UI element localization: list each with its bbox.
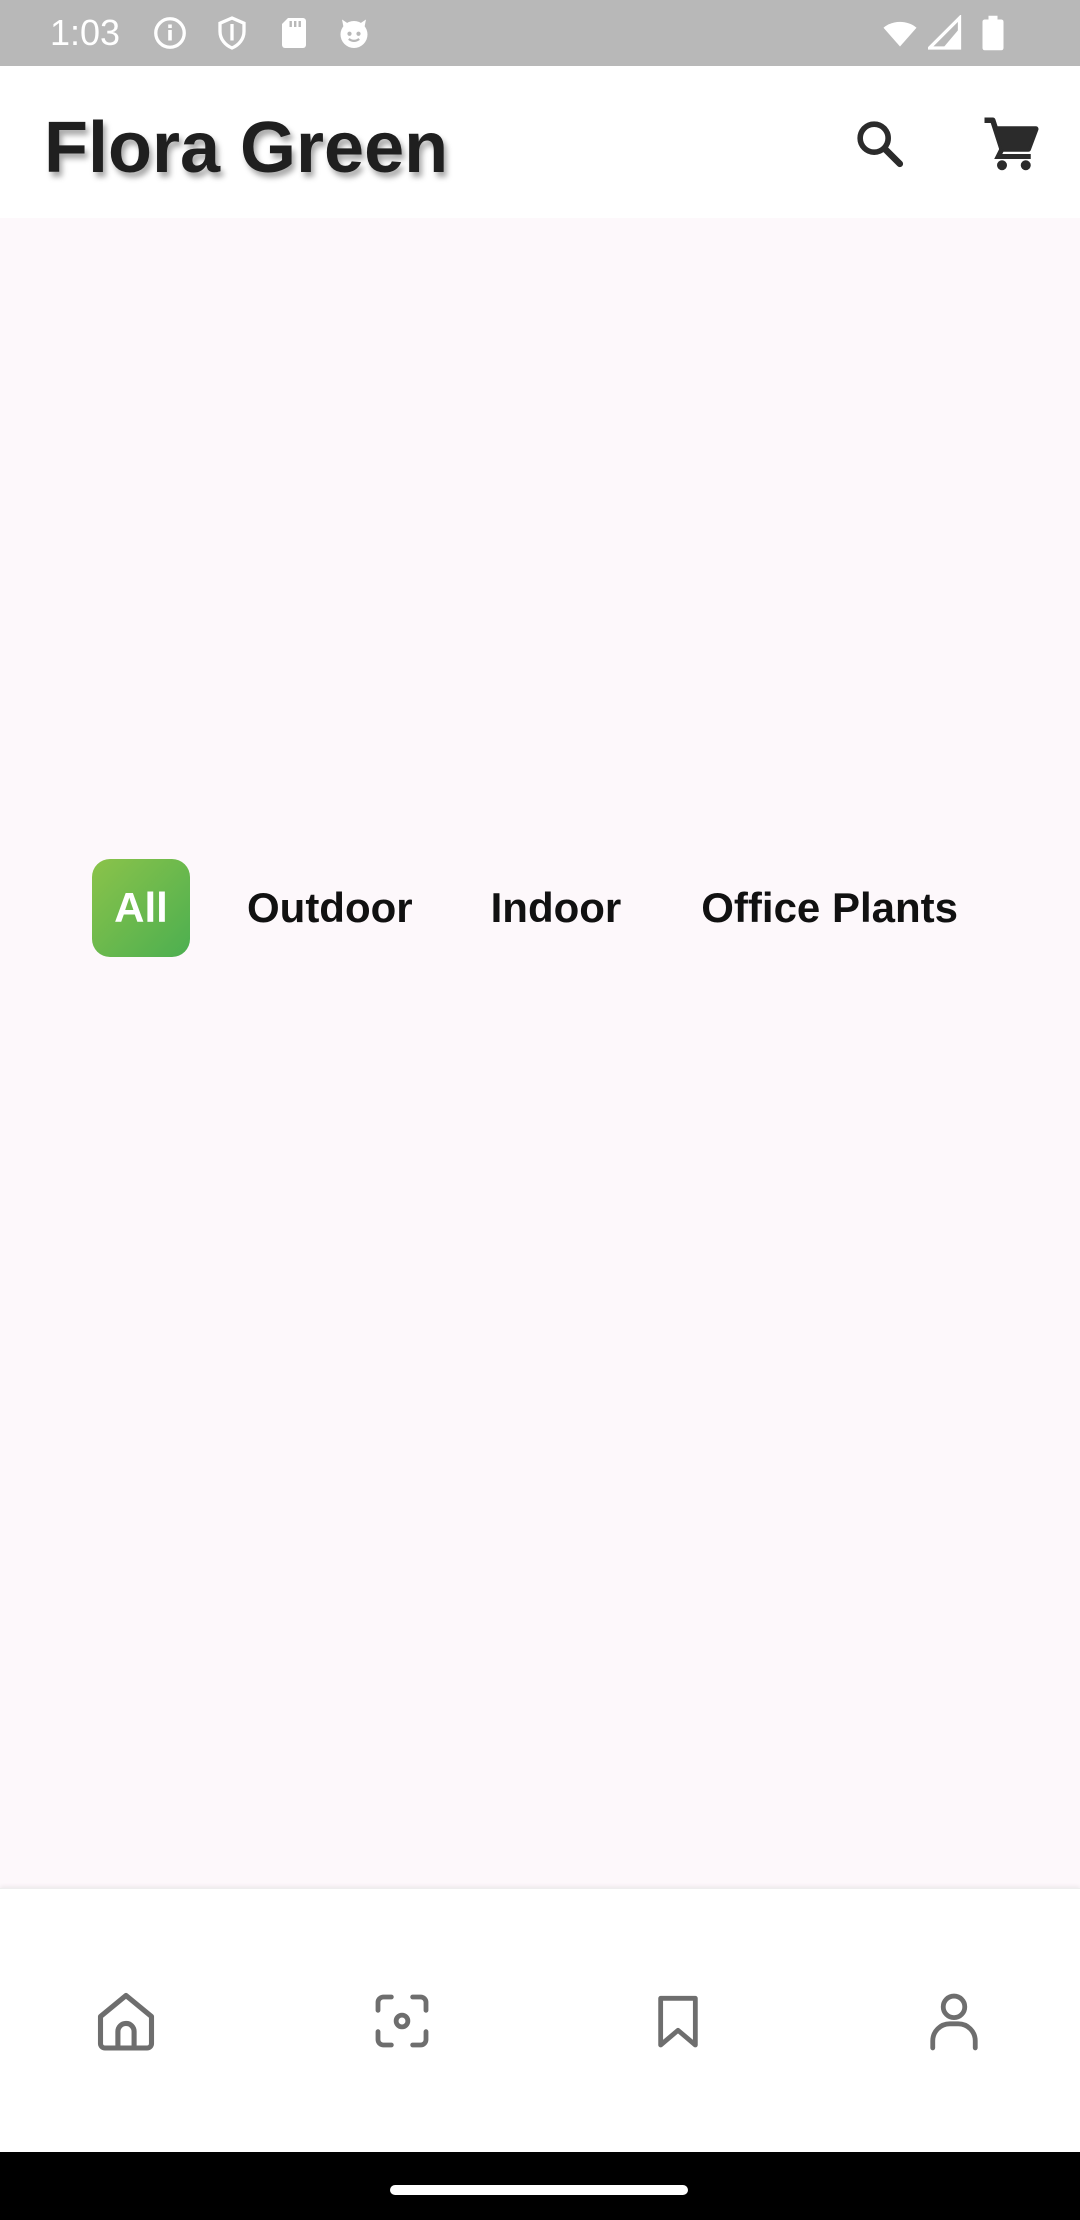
system-navigation-bar (0, 2152, 1080, 2220)
info-icon (154, 17, 186, 49)
profile-icon (930, 1993, 978, 2051)
scan-icon (375, 1994, 429, 2048)
status-time: 1:03 (50, 12, 121, 53)
nav-scan[interactable] (366, 1985, 438, 2057)
category-tab-all[interactable]: All (92, 859, 190, 957)
app-bar: Flora Green (0, 66, 1080, 218)
category-tab-office-plants[interactable]: Office Plants (701, 858, 958, 958)
signal-icon (928, 15, 962, 50)
face-icon (340, 19, 368, 48)
nav-home[interactable] (90, 1985, 162, 2057)
bookmark-icon (658, 1995, 698, 2048)
sd-card-icon (282, 18, 306, 48)
category-tabs: All Outdoor Indoor Office Plants (92, 858, 958, 958)
home-icon (97, 1992, 155, 2051)
app-title: Flora Green (44, 108, 449, 188)
shield-icon (218, 16, 246, 50)
cart-button[interactable] (980, 112, 1044, 176)
category-tab-indoor[interactable]: Indoor (491, 858, 622, 958)
bottom-navigation (0, 1888, 1080, 2153)
cart-icon (984, 117, 1039, 171)
battery-icon (982, 15, 1004, 51)
nav-profile[interactable] (918, 1985, 990, 2057)
main-content: All Outdoor Indoor Office Plants (0, 218, 1080, 1888)
search-icon (857, 121, 904, 168)
wifi-icon (883, 21, 917, 47)
home-indicator[interactable] (390, 2185, 688, 2195)
search-button[interactable] (848, 112, 912, 176)
category-tab-outdoor[interactable]: Outdoor (247, 858, 413, 958)
status-bar: 1:03 (0, 0, 1080, 66)
nav-bookmarks[interactable] (642, 1985, 714, 2057)
